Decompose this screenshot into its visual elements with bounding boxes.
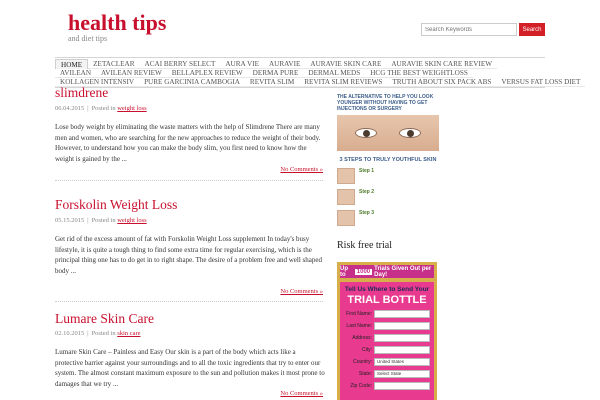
post-category-link[interactable]: skin care [117, 330, 140, 337]
post-date: 02.10.2015 [55, 330, 85, 337]
post-category-link[interactable]: weight loss [117, 217, 146, 224]
post-date: 06.04.2015 [55, 105, 85, 112]
state-select[interactable]: Select State [374, 370, 430, 378]
post-meta: 05.15.2015 | Posted in weight loss [55, 217, 147, 224]
post-excerpt: Lose body weight by eliminating the wast… [55, 123, 321, 163]
site-description: and diet tips [68, 34, 108, 43]
post-meta: 02.10.2015 | Posted in skin care [55, 330, 141, 337]
post-meta: 06.04.2015 | Posted in weight loss [55, 105, 147, 112]
step-label: Step 1 [359, 168, 375, 174]
post-date: 05.15.2015 [55, 217, 85, 224]
address-field[interactable] [374, 334, 430, 342]
post-excerpt: Lumare Skin Care – Painless and Easy Our… [55, 348, 325, 388]
field-label: Last Name: [346, 323, 372, 329]
post-posted-in: Posted in [91, 217, 116, 224]
step-label: Step 3 [359, 210, 375, 216]
field-label: Address: [352, 335, 372, 341]
post-posted-in: Posted in [91, 330, 116, 337]
ad-step: Step 3 [337, 210, 439, 226]
post-title[interactable]: Lumare Skin Care [55, 311, 154, 327]
ad-headline: THE ALTERNATIVE TO HELP YOU LOOK YOUNGER… [337, 94, 434, 112]
skin-care-ad[interactable]: THE ALTERNATIVE TO HELP YOU LOOK YOUNGER… [337, 94, 439, 234]
eyes-photo [337, 115, 439, 151]
last-name-field[interactable] [374, 322, 430, 330]
step-thumbnail [337, 168, 355, 184]
nav-versus-fat-loss-diet[interactable]: VERSUS FAT LOSS DIET [496, 77, 586, 87]
zip-code-field[interactable] [374, 382, 430, 390]
steps-heading: 3 STEPS TO TRULY YOUTHFUL SKIN [339, 157, 437, 163]
ad-banner: Up to 1000 Trials Given Out per Day! [340, 265, 434, 278]
form-title: Tell Us Where to Send Your [344, 286, 430, 293]
field-label: Country: [353, 359, 372, 365]
post-divider [55, 301, 323, 302]
search-button[interactable]: Search [519, 23, 545, 36]
nav-pure-garcinia-cambogia[interactable]: PURE GARCINIA CAMBOGIA [139, 77, 245, 87]
nav-revita-slim-reviews[interactable]: REVITA SLIM REVIEWS [299, 77, 388, 87]
field-label: City: [362, 347, 372, 353]
nav-revita-slim[interactable]: REVITA SLIM [244, 77, 300, 87]
post-excerpt: Get rid of the excess amount of fat with… [55, 235, 322, 275]
field-label: State: [358, 371, 372, 377]
nav-truth-about-six-pack-abs[interactable]: TRUTH ABOUT SIX PACK ABS [387, 77, 497, 87]
trial-bottle-ad[interactable]: Up to 1000 Trials Given Out per Day! Tel… [337, 262, 437, 400]
post-category-link[interactable]: weight loss [117, 105, 146, 112]
post-posted-in: Posted in [91, 105, 116, 112]
step-thumbnail [337, 210, 355, 226]
post-title[interactable]: slimdrene [55, 85, 108, 101]
post-comments-link[interactable]: No Comments » [280, 166, 323, 173]
search-input[interactable] [421, 23, 517, 36]
ad-step: Step 2 [337, 189, 439, 205]
field-label: First Name: [346, 311, 372, 317]
step-thumbnail [337, 189, 355, 205]
post-comments-link[interactable]: No Comments » [280, 390, 323, 397]
site-title[interactable]: health tips [68, 10, 166, 36]
field-label: Zip Code: [350, 383, 372, 389]
post-title[interactable]: Forskolin Weight Loss [55, 197, 177, 213]
trial-form: Tell Us Where to Send Your TRIAL BOTTLE … [340, 282, 434, 400]
step-label: Step 2 [359, 189, 375, 195]
eye-icon [399, 128, 421, 138]
post-comments-link[interactable]: No Comments » [280, 288, 323, 295]
search-form: Search [421, 23, 545, 36]
eye-icon [355, 128, 377, 138]
city-field[interactable] [374, 346, 430, 354]
post-divider [55, 180, 323, 181]
widget-title: Risk free trial [337, 240, 392, 251]
main-navigation: HOME ZETACLEAR ACAI BERRY SELECT AURA VI… [55, 57, 586, 88]
form-heading: TRIAL BOTTLE [347, 294, 427, 306]
first-name-field[interactable] [374, 310, 430, 318]
ad-step: Step 1 [337, 168, 439, 184]
country-select[interactable]: United States [374, 358, 430, 366]
